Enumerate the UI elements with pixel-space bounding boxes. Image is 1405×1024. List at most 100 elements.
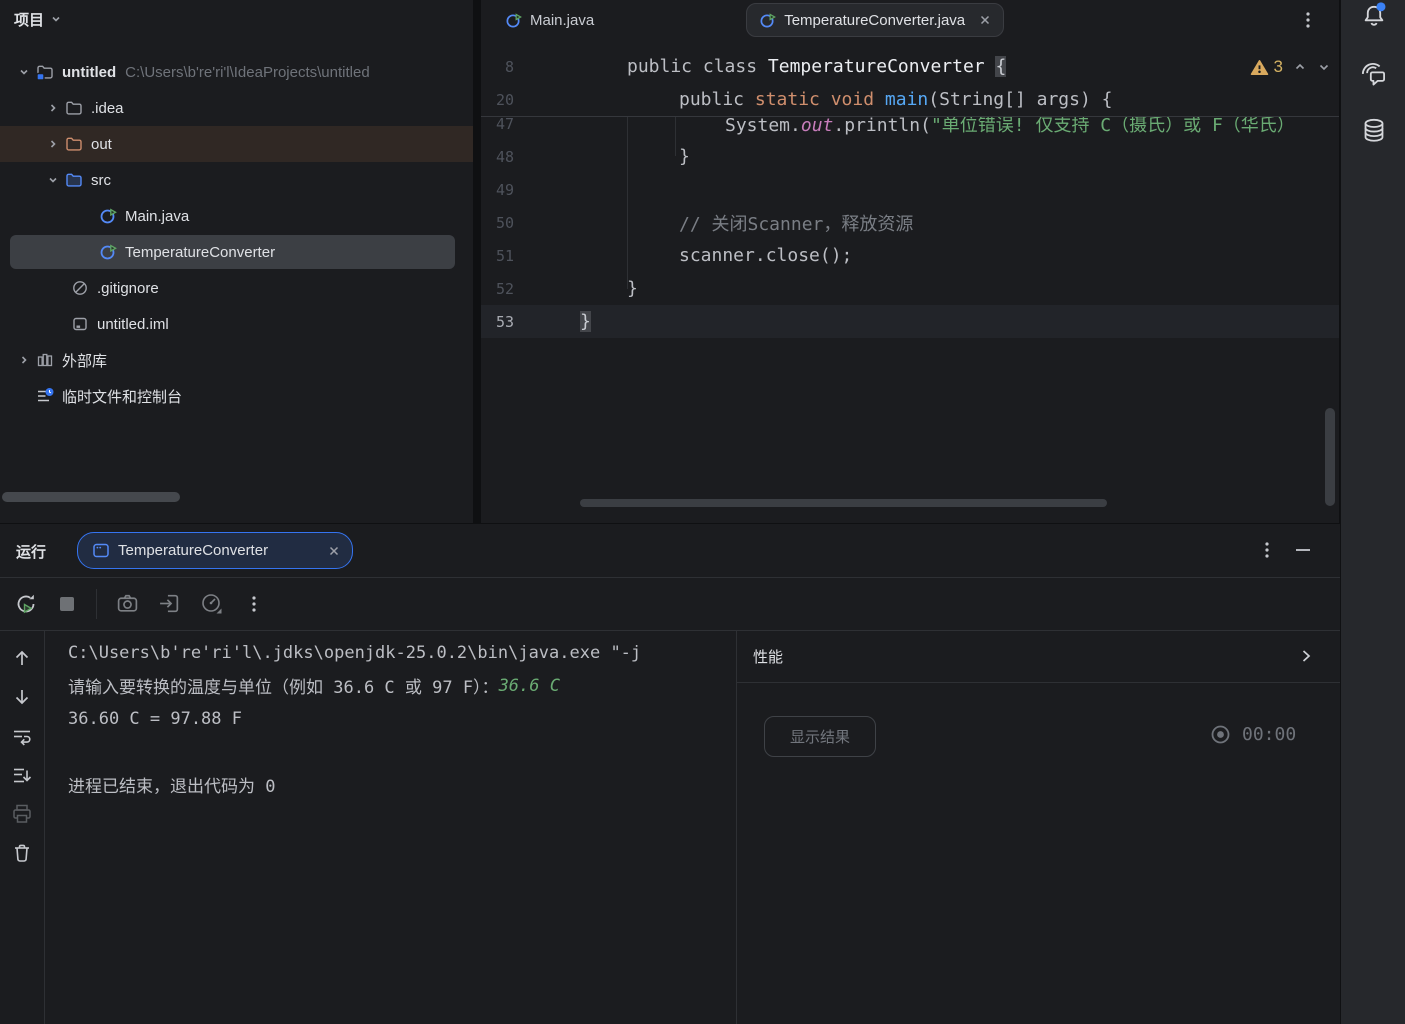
line-number[interactable]: 52 — [481, 280, 514, 298]
console-line: 请输入要转换的温度与单位（例如 36.6 C 或 97 F）：36.6 C — [68, 669, 736, 702]
right-tool-strip — [1340, 0, 1405, 1024]
project-tree: untitled C:\Users\b're'ri'l\IdeaProjects… — [0, 54, 473, 414]
console-toolbar — [0, 630, 45, 1024]
run-body: C:\Users\b're'ri'l\.jdks\openjdk-25.0.2\… — [0, 630, 1340, 1024]
tree-item-external-libraries[interactable]: 外部库 — [0, 342, 473, 378]
chevron-down-icon[interactable] — [50, 13, 62, 25]
project-panel-title[interactable]: 项目 — [14, 9, 44, 30]
warning-indicator[interactable]: 3 — [1250, 57, 1283, 77]
soft-wrap-icon[interactable] — [11, 725, 33, 747]
line-number[interactable]: 8 — [481, 58, 514, 76]
notifications-bell-icon[interactable] — [1359, 2, 1389, 32]
line-number[interactable]: 49 — [481, 181, 514, 199]
line-number[interactable]: 50 — [481, 214, 514, 232]
chevron-right-icon[interactable] — [12, 354, 36, 366]
performance-title: 性能 — [753, 646, 783, 667]
editor-area[interactable]: Main.java TemperatureConverter.java 47 S… — [481, 0, 1339, 523]
source-folder-icon — [65, 171, 83, 189]
tree-item-main-java[interactable]: Main.java — [0, 198, 473, 234]
line-number[interactable]: 51 — [481, 247, 514, 265]
run-toolbar — [0, 577, 1340, 631]
rerun-button[interactable] — [14, 592, 38, 616]
run-options-kebab-icon[interactable] — [1258, 540, 1276, 560]
tree-item-temperatureconverter[interactable]: TemperatureConverter — [0, 234, 473, 270]
code-line-51: 51 scanner.close(); — [481, 239, 1339, 272]
tree-item-idea[interactable]: .idea — [0, 90, 473, 126]
minimize-icon[interactable] — [1293, 540, 1313, 560]
line-number[interactable]: 48 — [481, 148, 514, 166]
record-icon — [1210, 724, 1231, 745]
project-panel-header[interactable]: 项目 — [0, 0, 473, 38]
tree-item-out[interactable]: out — [0, 126, 473, 162]
module-file-icon — [71, 315, 89, 333]
scratches-icon — [36, 387, 54, 405]
code-line-48: 48 } — [481, 140, 1339, 173]
line-number[interactable]: 20 — [481, 91, 514, 109]
console-output[interactable]: C:\Users\b're'ri'l\.jdks\openjdk-25.0.2\… — [45, 630, 736, 1024]
scroll-to-end-icon[interactable] — [11, 764, 33, 786]
project-horizontal-scrollbar[interactable] — [2, 492, 180, 502]
tree-item-label: src — [91, 172, 111, 189]
show-results-button[interactable]: 显示结果 — [764, 716, 876, 757]
close-icon[interactable] — [328, 545, 340, 557]
profiler-gauge-button[interactable] — [200, 592, 224, 616]
database-icon[interactable] — [1359, 116, 1389, 152]
performance-panel: 性能 显示结果 00:00 — [736, 630, 1340, 1024]
scroll-down-icon[interactable] — [11, 686, 33, 708]
tree-item-label: Main.java — [125, 208, 189, 225]
stop-button[interactable] — [57, 594, 77, 614]
performance-header[interactable]: 性能 — [737, 630, 1340, 683]
line-number[interactable]: 47 — [481, 115, 514, 133]
prev-warning-chevron-icon[interactable] — [1293, 60, 1307, 74]
console-exit-line: 进程已结束，退出代码为 0 — [68, 768, 736, 801]
run-header: 运行 TemperatureConverter — [0, 524, 1340, 578]
tree-item-untitled-iml[interactable]: untitled.iml — [0, 306, 473, 342]
warning-icon — [1250, 59, 1269, 76]
run-tab-label: TemperatureConverter — [118, 542, 328, 559]
scroll-up-icon[interactable] — [11, 647, 33, 669]
excluded-folder-icon — [65, 135, 83, 153]
code-line-49: 49 — [481, 173, 1339, 206]
tree-item-label: .gitignore — [97, 280, 159, 297]
sticky-lines[interactable]: 8 public class TemperatureConverter { 20… — [481, 40, 1339, 117]
next-warning-chevron-icon[interactable] — [1317, 60, 1331, 74]
folder-icon — [65, 99, 83, 117]
sticky-line-8: 8 public class TemperatureConverter { — [481, 50, 1339, 83]
chevron-right-icon[interactable] — [1298, 648, 1314, 664]
editor-vertical-scrollbar[interactable] — [1325, 408, 1335, 506]
chevron-right-icon[interactable] — [41, 102, 65, 114]
code-line-53: 53 } — [481, 305, 1339, 338]
console-line-blank — [68, 735, 736, 768]
run-tool-window: 运行 TemperatureConverter — [0, 524, 1340, 1024]
recording-timer: 00:00 — [1210, 724, 1296, 745]
chevron-right-icon[interactable] — [41, 138, 65, 150]
tree-item-scratches[interactable]: 临时文件和控制台 — [0, 378, 473, 414]
more-kebab-icon[interactable] — [245, 594, 263, 614]
tree-item-untitled[interactable]: untitled C:\Users\b're'ri'l\IdeaProjects… — [0, 54, 473, 90]
clear-all-icon[interactable] — [11, 842, 33, 864]
print-icon[interactable] — [11, 803, 33, 825]
line-number[interactable]: 53 — [481, 313, 514, 331]
ignored-file-icon — [71, 279, 89, 297]
tree-item-src[interactable]: src — [0, 162, 473, 198]
tree-item-label: untitled.iml — [97, 316, 169, 333]
console-line: 36.60 C = 97.88 F — [68, 702, 736, 735]
run-tab-temperatureconverter[interactable]: TemperatureConverter — [77, 532, 353, 569]
inspections-widget[interactable]: 3 — [1250, 57, 1331, 77]
ide-window: 项目 untitled C:\Users\b're'ri'l\IdeaProje… — [0, 0, 1405, 1024]
run-tool-window-title[interactable]: 运行 — [16, 541, 46, 562]
thread-dump-button[interactable] — [158, 592, 181, 615]
chevron-down-icon[interactable] — [41, 174, 65, 186]
warning-count: 3 — [1274, 57, 1283, 77]
code-line-52: 52 } — [481, 272, 1339, 305]
tree-item-gitignore[interactable]: .gitignore — [0, 270, 473, 306]
console-line: C:\Users\b're'ri'l\.jdks\openjdk-25.0.2\… — [68, 636, 736, 669]
editor-horizontal-scrollbar[interactable] — [580, 499, 1107, 507]
library-icon — [36, 351, 54, 369]
tree-item-path: C:\Users\b're'ri'l\IdeaProjects\untitled — [125, 64, 370, 81]
ai-assistant-icon[interactable] — [1358, 58, 1390, 92]
chevron-down-icon[interactable] — [12, 66, 36, 78]
tree-item-label: .idea — [91, 100, 124, 117]
camera-snapshot-button[interactable] — [116, 592, 139, 615]
timer-value: 00:00 — [1242, 724, 1296, 745]
